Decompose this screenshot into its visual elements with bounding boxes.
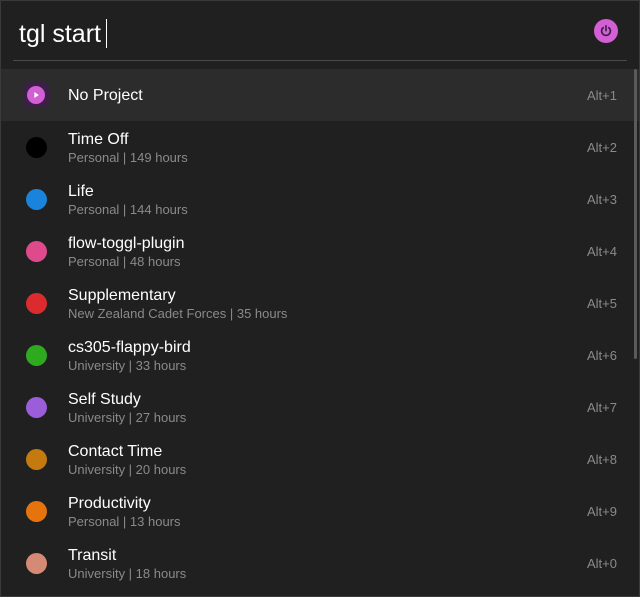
result-subtitle: Personal | 144 hours: [68, 202, 188, 217]
launcher-window: tgl start No Project Alt+1 Time Off Pers…: [0, 0, 640, 597]
project-color-dot-icon: [26, 501, 47, 522]
power-icon: [594, 19, 618, 43]
text-caret: [105, 19, 107, 48]
result-subtitle: New Zealand Cadet Forces | 35 hours: [68, 306, 288, 321]
result-subtitle: University | 27 hours: [68, 410, 187, 425]
result-title: Contact Time: [68, 443, 163, 460]
result-hotkey: Alt+1: [587, 88, 617, 103]
project-color-dot-icon: [26, 189, 47, 210]
result-subtitle: University | 20 hours: [68, 462, 187, 477]
result-title: flow-toggl-plugin: [68, 235, 185, 252]
result-item-transit[interactable]: Transit University | 18 hours Alt+0: [1, 537, 639, 589]
result-item-productivity[interactable]: Productivity Personal | 13 hours Alt+9: [1, 485, 639, 537]
result-title: Life: [68, 183, 94, 200]
project-color-dot-icon: [26, 137, 47, 158]
result-hotkey: Alt+6: [587, 348, 617, 363]
result-title: Productivity: [68, 495, 151, 512]
results-list: No Project Alt+1 Time Off Personal | 149…: [1, 69, 639, 596]
project-color-dot-icon: [26, 241, 47, 262]
result-title: Self Study: [68, 391, 141, 408]
result-hotkey: Alt+2: [587, 140, 617, 155]
result-item-supplementary[interactable]: Supplementary New Zealand Cadet Forces |…: [1, 277, 639, 329]
results-scrollbar[interactable]: [634, 69, 637, 359]
result-hotkey: Alt+8: [587, 452, 617, 467]
result-title: Time Off: [68, 131, 129, 148]
result-hotkey: Alt+7: [587, 400, 617, 415]
result-hotkey: Alt+0: [587, 556, 617, 571]
search-query-text: tgl start: [19, 20, 101, 48]
result-item-self-study[interactable]: Self Study University | 27 hours Alt+7: [1, 381, 639, 433]
result-hotkey: Alt+3: [587, 192, 617, 207]
result-hotkey: Alt+4: [587, 244, 617, 259]
result-hotkey: Alt+9: [587, 504, 617, 519]
project-color-dot-icon: [26, 553, 47, 574]
result-item-cs305-flappy-bird[interactable]: cs305-flappy-bird University | 33 hours …: [1, 329, 639, 381]
result-subtitle: University | 18 hours: [68, 566, 187, 581]
project-color-dot-icon: [26, 293, 47, 314]
result-item-life[interactable]: Life Personal | 144 hours Alt+3: [1, 173, 639, 225]
result-title: cs305-flappy-bird: [68, 339, 191, 356]
result-item-no-project[interactable]: No Project Alt+1: [1, 69, 639, 121]
result-subtitle: Personal | 13 hours: [68, 514, 181, 529]
result-hotkey: Alt+5: [587, 296, 617, 311]
result-item-flow-toggl-plugin[interactable]: flow-toggl-plugin Personal | 48 hours Al…: [1, 225, 639, 277]
search-bar[interactable]: tgl start: [13, 1, 627, 61]
project-color-dot-icon: [26, 345, 47, 366]
result-title: No Project: [68, 87, 143, 104]
result-subtitle: Personal | 48 hours: [68, 254, 181, 269]
result-subtitle: University | 33 hours: [68, 358, 187, 373]
result-title: Transit: [68, 547, 117, 564]
search-input[interactable]: tgl start: [19, 19, 107, 49]
project-color-dot-icon: [26, 449, 47, 470]
result-item-time-off[interactable]: Time Off Personal | 149 hours Alt+2: [1, 121, 639, 173]
play-icon: [23, 82, 49, 108]
result-subtitle: Personal | 149 hours: [68, 150, 188, 165]
result-title: Supplementary: [68, 287, 176, 304]
project-color-dot-icon: [26, 397, 47, 418]
result-item-contact-time[interactable]: Contact Time University | 20 hours Alt+8: [1, 433, 639, 485]
